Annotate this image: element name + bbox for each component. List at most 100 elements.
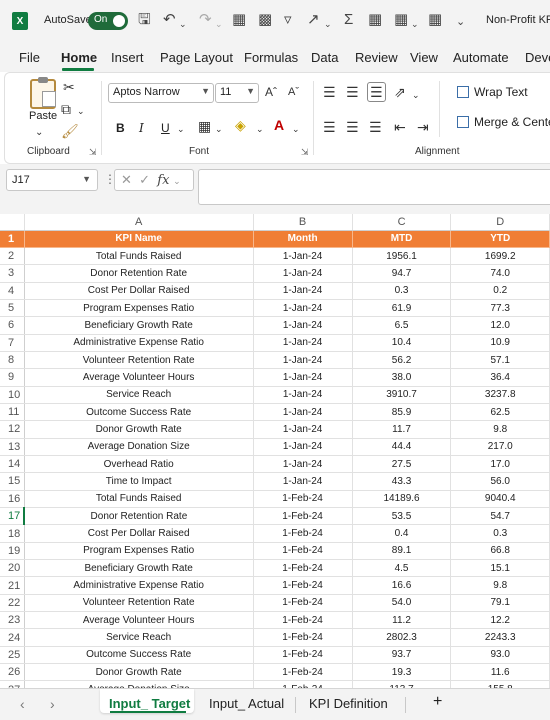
cell-b[interactable]: 1-Feb-24 xyxy=(253,542,353,561)
row-header[interactable]: 15 xyxy=(0,472,25,491)
row-header[interactable]: 26 xyxy=(0,663,25,682)
cell-c[interactable]: 94.7 xyxy=(352,264,452,283)
cell-b[interactable]: 1-Feb-24 xyxy=(253,490,353,509)
save-icon[interactable]: 🖫 xyxy=(138,11,151,29)
cell-d[interactable]: 1699.2 xyxy=(450,247,550,266)
underline-button[interactable]: U xyxy=(161,121,170,135)
cell-b[interactable]: 1-Jan-24 xyxy=(253,351,353,370)
cell-d[interactable]: 57.1 xyxy=(450,351,550,370)
row-header[interactable]: 16 xyxy=(0,490,25,509)
row-header[interactable]: 14 xyxy=(0,455,25,474)
tab-home[interactable]: Home xyxy=(61,50,97,65)
paste-icon[interactable] xyxy=(30,77,56,109)
cell-b[interactable]: 1-Jan-24 xyxy=(253,299,353,318)
row-header[interactable]: 13 xyxy=(0,438,25,456)
filter-icon[interactable]: ▿ xyxy=(284,11,292,29)
cell-c[interactable]: 93.7 xyxy=(352,646,452,665)
cell-a[interactable]: Overhead Ratio xyxy=(24,455,254,474)
cell-a[interactable]: Administrative Expense Ratio xyxy=(24,576,254,595)
tab-data[interactable]: Data xyxy=(311,50,338,65)
copy-dropdown-icon[interactable]: ⌄ xyxy=(77,103,85,119)
align-top-icon[interactable]: ☰ xyxy=(323,84,336,100)
cell-a[interactable]: KPI Name xyxy=(24,230,254,248)
row-header[interactable]: 1 xyxy=(0,230,25,248)
cell-b[interactable]: 1-Feb-24 xyxy=(253,628,353,647)
font-color-icon[interactable]: A xyxy=(274,117,284,133)
cell-b[interactable]: 1-Jan-24 xyxy=(253,316,353,335)
scroll-right-icon[interactable]: › xyxy=(50,696,55,712)
cell-b[interactable]: 1-Feb-24 xyxy=(253,524,353,543)
decrease-font-icon[interactable]: Aˇ xyxy=(288,84,299,100)
cell-a[interactable]: Donor Retention Rate xyxy=(24,507,254,526)
cell-d[interactable]: 36.4 xyxy=(450,368,550,387)
row-header[interactable]: 9 xyxy=(0,368,25,387)
cell-a[interactable]: Donor Growth Rate xyxy=(24,663,254,682)
bold-button[interactable]: B xyxy=(116,121,125,135)
cell-c[interactable]: 56.2 xyxy=(352,351,452,370)
tab-page-layout[interactable]: Page Layout xyxy=(160,50,233,65)
column-header-b[interactable]: B xyxy=(253,214,353,231)
decrease-indent-icon[interactable]: ⇤ xyxy=(394,119,406,135)
cell-b[interactable]: 1-Feb-24 xyxy=(253,507,353,526)
cell-c[interactable]: 38.0 xyxy=(352,368,452,387)
cell-c[interactable]: 0.3 xyxy=(352,282,452,300)
row-header[interactable]: 21 xyxy=(0,576,25,595)
tab-view[interactable]: View xyxy=(410,50,438,65)
cell-d[interactable]: 62.5 xyxy=(450,403,550,422)
cell-b[interactable]: 1-Jan-24 xyxy=(253,386,353,404)
cell-b[interactable]: 1-Feb-24 xyxy=(253,680,353,688)
cell-d[interactable]: 0.2 xyxy=(450,282,550,300)
share-icon[interactable]: ↗ xyxy=(307,11,320,29)
row-header[interactable]: 2 xyxy=(0,247,25,266)
row-header[interactable]: 10 xyxy=(0,386,25,404)
table-icon[interactable]: ▦ xyxy=(368,11,382,29)
cell-c[interactable]: 14189.6 xyxy=(352,490,452,509)
cell-d[interactable]: 9040.4 xyxy=(450,490,550,509)
cell-d[interactable]: 155.8 xyxy=(450,680,550,688)
orientation-dropdown-icon[interactable]: ⌄ xyxy=(412,87,420,103)
name-box[interactable]: J17 ▼ xyxy=(6,169,98,191)
share-dropdown-icon[interactable]: ⌄ xyxy=(324,15,332,33)
row-header[interactable]: 22 xyxy=(0,594,25,613)
row-header[interactable]: 24 xyxy=(0,628,25,647)
enter-icon[interactable]: ✓ xyxy=(139,172,150,187)
cell-c[interactable]: 11.2 xyxy=(352,611,452,630)
cell-a[interactable]: Cost Per Dollar Raised xyxy=(24,282,254,300)
cell-c[interactable]: MTD xyxy=(352,230,452,248)
orientation-icon[interactable]: ⇗ xyxy=(394,84,406,100)
font-color-dropdown-icon[interactable]: ⌄ xyxy=(292,121,300,137)
cell-a[interactable]: Donor Growth Rate xyxy=(24,420,254,439)
column-header-a[interactable]: A xyxy=(24,214,254,231)
sheet-tab-input-actual[interactable]: Input_ Actual xyxy=(209,696,284,711)
cell-b[interactable]: 1-Jan-24 xyxy=(253,368,353,387)
cell-a[interactable]: Beneficiary Growth Rate xyxy=(24,559,254,578)
cell-d[interactable]: 12.0 xyxy=(450,316,550,335)
undo-icon[interactable]: ↶ xyxy=(163,11,176,29)
align-middle-icon[interactable]: ☰ xyxy=(346,84,359,100)
cell-d[interactable]: 2243.3 xyxy=(450,628,550,647)
cell-b[interactable]: 1-Jan-24 xyxy=(253,455,353,474)
clipboard-launcher-icon[interactable]: ⇲ xyxy=(89,147,97,158)
calculator-icon[interactable]: ▦ xyxy=(428,11,442,29)
borders-icon[interactable]: ▦ xyxy=(198,118,211,134)
cell-d[interactable]: 77.3 xyxy=(450,299,550,318)
tab-formulas[interactable]: Formulas xyxy=(244,50,298,65)
cell-c[interactable]: 89.1 xyxy=(352,542,452,561)
grid-icon[interactable]: ▦ xyxy=(394,11,408,29)
cell-c[interactable]: 10.4 xyxy=(352,334,452,352)
cell-a[interactable]: Service Reach xyxy=(24,628,254,647)
format-painter-icon[interactable]: 🖌 xyxy=(61,123,79,139)
row-header[interactable]: 11 xyxy=(0,403,25,422)
cell-b[interactable]: 1-Jan-24 xyxy=(253,334,353,352)
cell-b[interactable]: 1-Feb-24 xyxy=(253,663,353,682)
cell-b[interactable]: 1-Jan-24 xyxy=(253,438,353,456)
align-bottom-icon[interactable]: ☰ xyxy=(367,82,386,102)
cell-b[interactable]: 1-Feb-24 xyxy=(253,594,353,613)
cell-b[interactable]: 1-Jan-24 xyxy=(253,403,353,422)
cell-d[interactable]: 0.3 xyxy=(450,524,550,543)
row-header[interactable]: 3 xyxy=(0,264,25,283)
cell-a[interactable]: Donor Retention Rate xyxy=(24,264,254,283)
copy-icon[interactable]: ⧉ xyxy=(61,101,71,117)
cell-b[interactable]: Month xyxy=(253,230,353,248)
customize-dropdown-icon[interactable]: ⌄ xyxy=(456,13,465,31)
